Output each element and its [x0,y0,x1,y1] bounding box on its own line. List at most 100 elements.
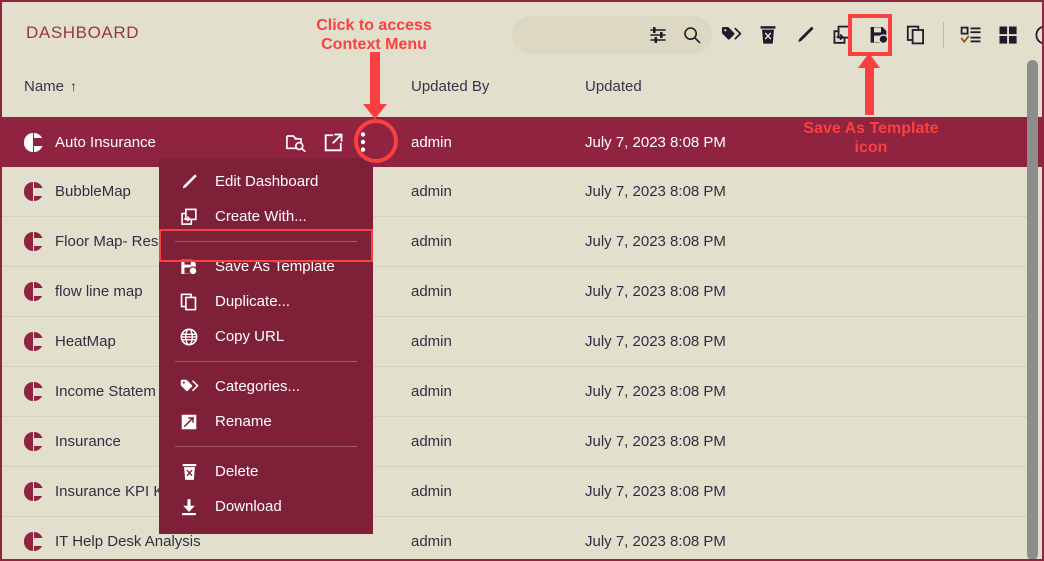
duplicate-icon [179,292,199,312]
row-updated-by: admin [411,483,452,500]
row-updated: July 7, 2023 8:08 PM [585,533,726,550]
row-name-label: IT Help Desk Analysis [55,533,201,550]
row-name-cell[interactable]: HeatMap [24,332,116,351]
row-updated: July 7, 2023 8:08 PM [585,383,726,400]
context-menu-separator [175,241,357,242]
row-updated: July 7, 2023 8:08 PM [585,483,726,500]
vertical-scrollbar[interactable] [1027,60,1038,559]
row-updated: July 7, 2023 8:08 PM [585,233,726,250]
context-menu-item-label: Create With... [215,208,307,225]
dashboard-icon [24,282,43,301]
annotation-arrow-up [858,53,880,115]
rename-icon [179,412,199,432]
dashboard-icon [24,332,43,351]
toolbar-divider [943,22,944,48]
row-updated: July 7, 2023 8:08 PM [585,433,726,450]
page-title: DASHBOARD [26,23,140,42]
dashboard-icon [24,482,43,501]
row-updated-by: admin [411,383,452,400]
row-name-cell[interactable]: Income Statem [24,382,156,401]
duplicate-icon[interactable] [901,19,931,51]
row-updated-by: admin [411,533,452,550]
grid-view-icon[interactable] [993,19,1023,51]
annotation-click-context-menu: Click to access Context Menu [316,17,432,53]
context-menu-item-label: Rename [215,413,272,430]
row-name-cell[interactable]: flow line map [24,282,143,301]
sort-ascending-icon[interactable]: ↑ [70,78,77,94]
context-menu-item[interactable]: Create With... [159,199,373,234]
row-updated: July 7, 2023 8:08 PM [585,183,726,200]
row-updated-by: admin [411,333,452,350]
context-menu-item[interactable]: Download [159,489,373,524]
filter-settings-icon[interactable] [648,25,668,45]
checklist-icon[interactable] [956,19,986,51]
context-menu-item-label: Edit Dashboard [215,173,319,190]
context-menu-item[interactable]: Rename [159,404,373,439]
scrollbar-thumb[interactable] [1027,60,1038,559]
row-updated: July 7, 2023 8:08 PM [585,133,726,151]
row-name-cell[interactable]: Insurance [24,432,121,451]
delete-icon[interactable] [753,19,783,51]
dashboard-icon [24,432,43,451]
row-updated: July 7, 2023 8:08 PM [585,333,726,350]
row-name-label: flow line map [55,283,143,300]
tag-icon[interactable] [716,19,746,51]
folder-search-icon[interactable] [285,132,307,152]
column-header-updated[interactable]: Updated [585,78,642,95]
context-menu-item-label: Copy URL [215,328,285,345]
context-menu-item-label: Duplicate... [215,293,291,310]
context-menu-item[interactable]: Copy URL [159,319,373,354]
more-options-highlight [354,119,398,163]
row-updated-by: admin [411,183,452,200]
dashboard-list-page: DASHBOARD Name ↑ Updated By Updated Auto… [0,0,1044,561]
context-menu-item[interactable]: Edit Dashboard [159,164,373,199]
context-menu-item[interactable]: Categories... [159,369,373,404]
context-menu[interactable]: Edit Dashboard Create With... Save As Temp… [159,158,373,534]
row-updated-by: admin [411,433,452,450]
delete-icon [179,462,199,482]
dashboard-icon [24,232,43,251]
dashboard-icon [24,382,43,401]
globe-icon [179,327,199,347]
save-as-template-toolbar-highlight [848,14,892,56]
row-name-cell[interactable]: Auto Insurance [24,132,156,152]
search-icon[interactable] [682,25,702,45]
column-header-name[interactable]: Name ↑ [24,78,77,95]
row-updated-by: admin [411,283,452,300]
download-icon [179,497,199,517]
row-name-label: Floor Map- Res [55,233,159,250]
context-menu-item-label: Save As Template [215,258,335,275]
row-name-cell[interactable]: IT Help Desk Analysis [24,532,201,551]
annotation-save-as-template-icon: Save As Template icon [803,120,939,156]
row-name-label: HeatMap [55,333,116,350]
row-updated-by: admin [411,233,452,250]
info-icon[interactable] [1030,19,1042,51]
context-menu-item[interactable]: Duplicate... [159,284,373,319]
context-menu-item-label: Download [215,498,282,515]
row-updated-by: admin [411,133,452,151]
open-external-icon[interactable] [323,132,344,153]
edit-icon [179,172,199,192]
column-header-updated-by[interactable]: Updated By [411,78,489,95]
context-menu-item[interactable]: Delete [159,454,373,489]
context-menu-item-label: Categories... [215,378,301,395]
context-menu-separator [175,446,357,447]
annotation-arrow-down [363,52,387,119]
dashboard-icon [24,182,43,201]
search-input[interactable] [512,16,712,54]
dashboard-icon [24,132,43,152]
row-name-label: BubbleMap [55,183,131,200]
edit-icon[interactable] [790,19,820,51]
row-name-label: Auto Insurance [55,133,156,151]
context-menu-separator [175,361,357,362]
column-headers: Name ↑ Updated By Updated [2,78,1042,116]
save-as-template-icon [179,257,199,277]
row-name-label: Income Statem [55,383,156,400]
context-menu-item[interactable]: Save As Template [159,249,373,284]
row-name-label: Insurance [55,433,121,450]
row-name-cell[interactable]: Floor Map- Res [24,232,158,251]
row-name-cell[interactable]: BubbleMap [24,182,131,201]
tag-icon [179,377,199,397]
dashboard-icon [24,532,43,551]
row-updated: July 7, 2023 8:08 PM [585,283,726,300]
